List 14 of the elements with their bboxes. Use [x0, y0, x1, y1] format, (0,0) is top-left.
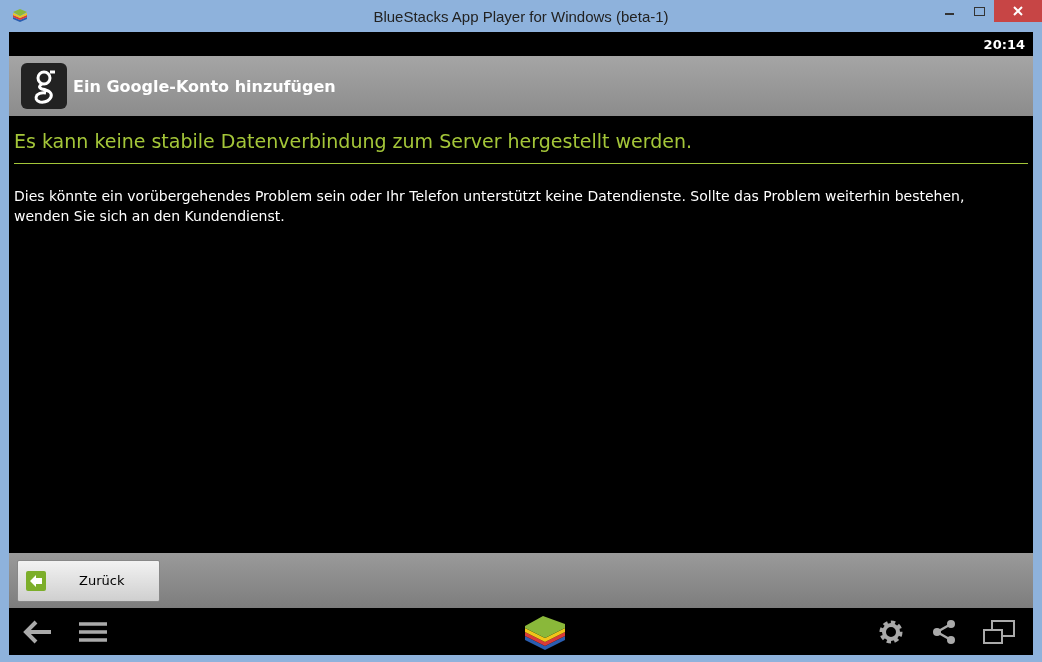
window-resize-icon[interactable] [983, 619, 1015, 644]
share-icon[interactable] [931, 618, 957, 645]
clock-time: 20:14 [983, 36, 1025, 52]
error-heading: Es kann keine stabile Datenverbindung zum Server hergestellt werden. [14, 116, 1028, 164]
layers-icon [11, 8, 29, 24]
back-arrow-icon[interactable] [23, 618, 53, 645]
back-button[interactable]: Zurück [17, 559, 160, 602]
screen-title: Ein Google-Konto hinzufügen [73, 76, 336, 96]
close-icon [1013, 6, 1023, 16]
error-message: Dies könnte ein vorübergehendes Problem sein oder Ihr Telefon unterstützt keine Datendienste. Sollte das Problem weiterhin bestehen, wenden Sie sich an den Kundendienst. [14, 187, 966, 226]
google-g-icon [21, 63, 67, 109]
close-button[interactable] [994, 0, 1042, 22]
menu-icon[interactable] [79, 620, 107, 643]
window-title: BlueStacks App Player for Windows (beta-1) [372, 7, 670, 25]
